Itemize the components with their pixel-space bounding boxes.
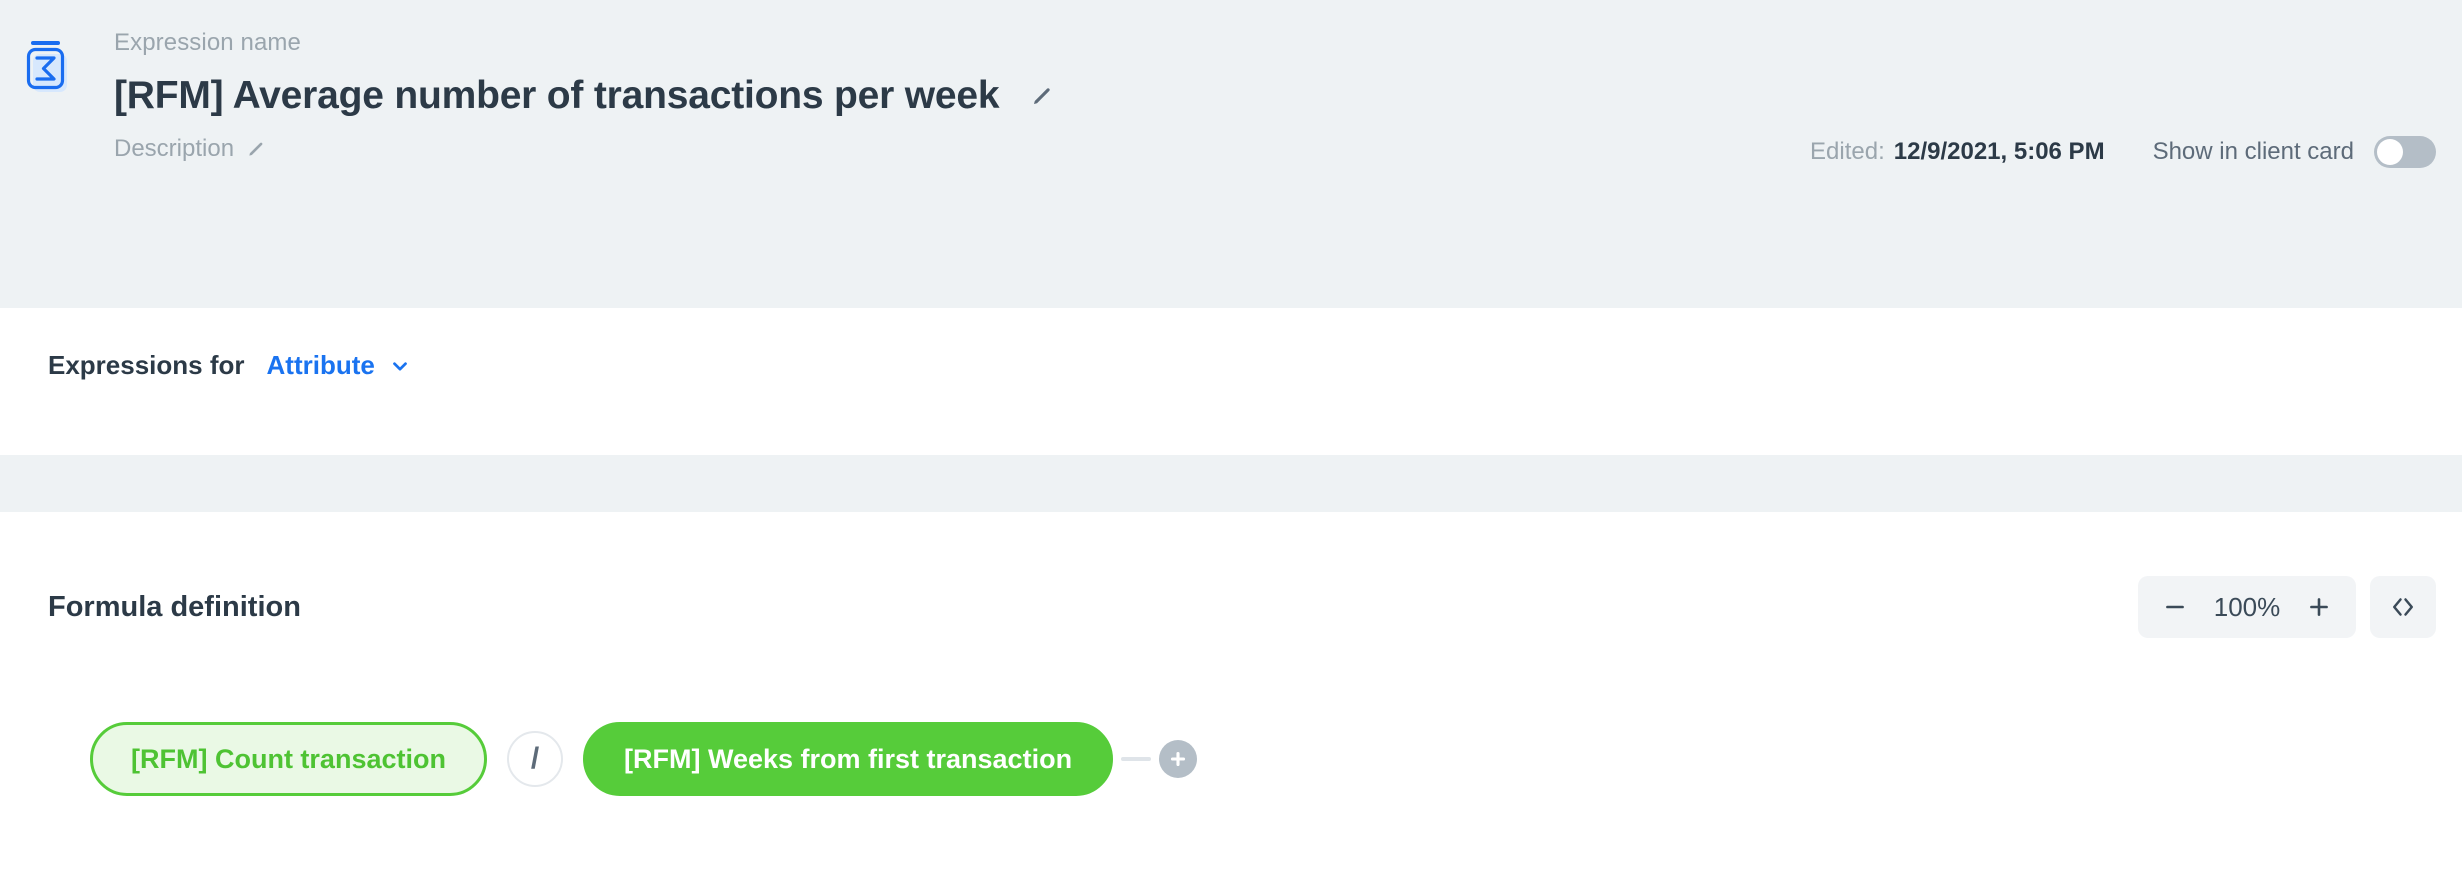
edit-description-pencil-icon[interactable] (246, 139, 266, 159)
expression-title-row: [RFM] Average number of transactions per… (114, 72, 1055, 120)
expressions-for-selected-value: Attribute (266, 350, 375, 380)
sigma-expression-icon (16, 32, 88, 104)
edit-title-pencil-icon[interactable] (1029, 83, 1055, 109)
formula-definition-section: Formula definition 100% [RFM] Count tran… (0, 512, 2462, 878)
expressions-for-dropdown[interactable]: Attribute (267, 350, 411, 381)
edited-timestamp: 12/9/2021, 5:06 PM (1893, 138, 2105, 165)
chevron-down-icon (389, 355, 411, 377)
formula-connector-line (1121, 757, 1152, 761)
edited-label: Edited: (1810, 138, 1885, 165)
formula-definition-title: Formula definition (48, 590, 301, 623)
zoom-out-button[interactable] (2146, 580, 2204, 634)
show-in-client-card-label: Show in client card (2152, 138, 2354, 165)
formula-node-count-transaction[interactable]: [RFM] Count transaction (90, 722, 487, 796)
formula-node-row: [RFM] Count transaction / [RFM] Weeks fr… (90, 722, 1198, 796)
expressions-for-band: Expressions for Attribute (0, 308, 2462, 455)
plus-icon (1171, 751, 1186, 767)
formula-node-weeks-from-first-transaction[interactable]: [RFM] Weeks from first transaction (582, 722, 1114, 796)
description-row: Description (114, 134, 1055, 164)
zoom-level-value: 100% (2213, 591, 2281, 622)
code-brackets-icon (2393, 598, 2413, 616)
zoom-in-button[interactable] (2290, 580, 2348, 634)
code-view-button[interactable] (2370, 576, 2436, 638)
add-formula-node-button[interactable] (1159, 740, 1198, 778)
section-divider-band (0, 455, 2462, 512)
zoom-controls: 100% (2138, 576, 2436, 638)
formula-operator-divide[interactable]: / (506, 731, 563, 787)
description-label: Description (114, 135, 235, 162)
expression-name-label: Expression name (114, 29, 301, 56)
expressions-for-label: Expressions for (48, 350, 245, 380)
toggle-knob (2377, 139, 2403, 165)
show-in-client-card-toggle[interactable] (2374, 136, 2436, 168)
header-meta: Edited: 12/9/2021, 5:06 PM Show in clien… (1810, 136, 2436, 168)
zoom-level-group: 100% (2138, 576, 2356, 638)
page-header: Expression name [RFM] Average number of … (0, 0, 2462, 308)
formula-canvas: [RFM] Count transaction / [RFM] Weeks fr… (0, 722, 2462, 862)
page-title: [RFM] Average number of transactions per… (114, 74, 1000, 117)
